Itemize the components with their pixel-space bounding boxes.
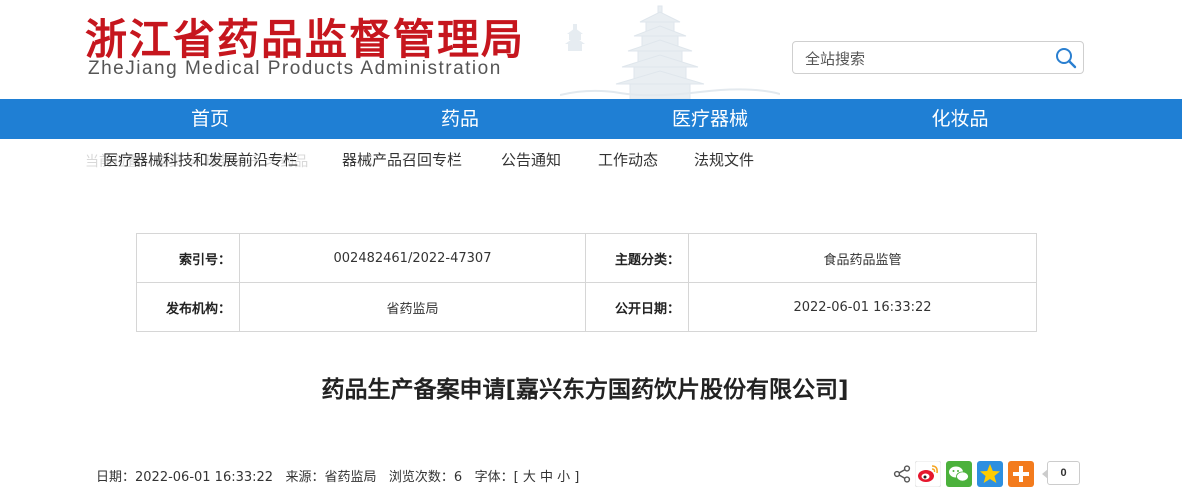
font-size-small-button[interactable]: 小 [557, 470, 570, 485]
publish-date: 日期：2022-06-01 16:33:22 [96, 470, 274, 485]
subnav-item-regulations[interactable]: 法规文件 [694, 149, 754, 170]
search-icon[interactable] [1055, 47, 1077, 69]
font-size-large-button[interactable]: 大 [523, 470, 536, 485]
table-row: 索引号： 002482461/2022-47307 主题分类： 食品药品监管 [136, 233, 1037, 283]
site-subtitle: ZheJiang Medical Products Administration [88, 58, 502, 79]
pagoda-watermark-icon [560, 5, 780, 99]
font-size-medium-button[interactable]: 中 [540, 470, 553, 485]
subnav-item-work-news[interactable]: 工作动态 [598, 149, 658, 170]
subnav-item-notices[interactable]: 公告通知 [501, 149, 561, 170]
subnav-item-recall-column[interactable]: 器械产品召回专栏 [342, 149, 462, 170]
view-count: 浏览次数：6 [388, 470, 463, 485]
site-header: 浙江省药品监督管理局 ZheJiang Medical Products Adm… [0, 0, 1182, 99]
nav-item-cosmetics[interactable]: 化妆品 [870, 99, 1050, 139]
more-icon[interactable] [1008, 461, 1034, 487]
topic-value: 食品药品监管 [688, 233, 1037, 283]
search-box [792, 41, 1084, 75]
date-label: 公开日期： [585, 282, 689, 332]
subnav-item-device-tech-column[interactable]: 医疗器械科技和发展前沿专栏 [103, 149, 298, 170]
index-label: 索引号： [136, 233, 240, 283]
topic-label: 主题分类： [585, 233, 689, 283]
issuer-label: 发布机构： [136, 282, 240, 332]
article-source: 来源：省药监局 [285, 470, 377, 485]
main-nav: 首页 药品 医疗器械 化妆品 [0, 99, 1182, 139]
nav-item-home[interactable]: 首页 [120, 99, 300, 139]
article-title: 药品生产备案申请[嘉兴东方国药饮片股份有限公司] [321, 377, 849, 403]
weibo-icon[interactable] [915, 461, 941, 487]
table-row: 发布机构： 省药监局 公开日期： 2022-06-01 16:33:22 [136, 282, 1037, 332]
wechat-icon[interactable] [946, 461, 972, 487]
nav-item-drugs[interactable]: 药品 [370, 99, 550, 139]
article-info-bar: 日期：2022-06-01 16:33:22 来源：省药监局 浏览次数：6 字体… [96, 466, 579, 485]
font-size-bracket: ] [574, 470, 580, 485]
share-icon[interactable] [893, 465, 911, 483]
tower-watermark-icon [565, 24, 585, 51]
date-value: 2022-06-01 16:33:22 [688, 282, 1037, 332]
qzone-icon[interactable] [977, 461, 1003, 487]
document-meta-table: 索引号： 002482461/2022-47307 主题分类： 食品药品监管 发… [136, 233, 1037, 332]
issuer-value: 省药监局 [239, 282, 586, 332]
share-count-badge: 0 [1042, 461, 1080, 485]
index-value: 002482461/2022-47307 [239, 233, 586, 283]
font-size-label: 字体：[ [474, 470, 519, 485]
sub-nav: 当前位置：首页 > 政务公开 > 药品 医疗器械科技和发展前沿专栏 器械产品召回… [0, 139, 1182, 179]
nav-item-medical-devices[interactable]: 医疗器械 [620, 99, 800, 139]
search-input[interactable] [803, 42, 1047, 75]
